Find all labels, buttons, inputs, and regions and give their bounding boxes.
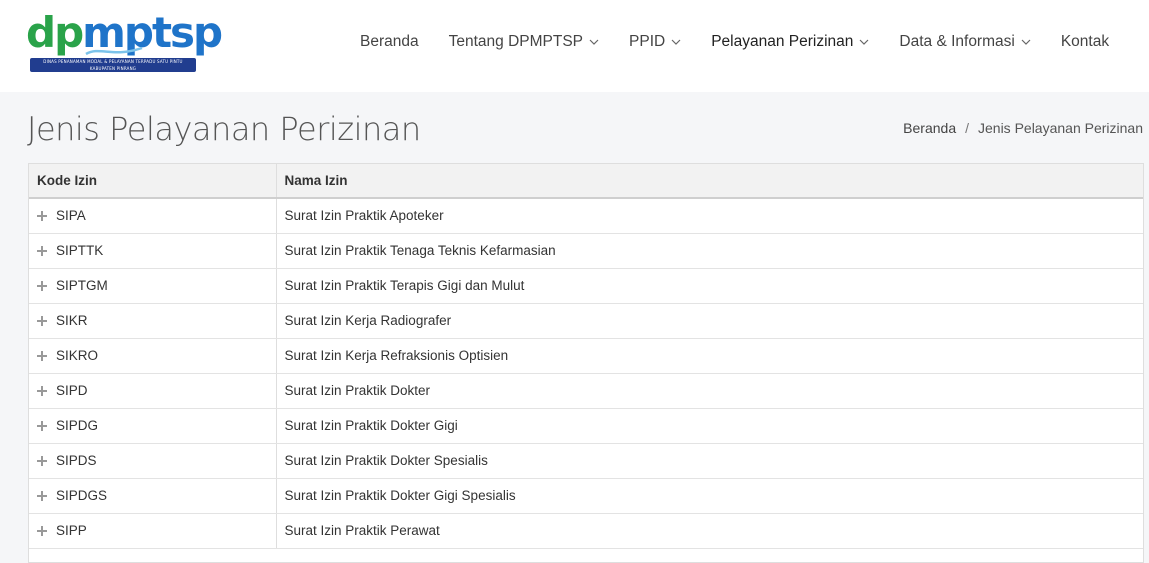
expand-plus-icon[interactable]	[37, 386, 47, 396]
expand-plus-icon[interactable]	[37, 421, 47, 431]
permit-code: SIPDS	[56, 453, 97, 468]
chevron-down-icon	[671, 39, 681, 45]
permit-code-cell: SIKRO	[29, 338, 277, 374]
expand-plus-icon[interactable]	[37, 246, 47, 256]
permit-table: Kode Izin Nama Izin SIPA Surat Izin Prakt…	[29, 164, 1143, 549]
permit-code-cell: SIPP	[29, 513, 277, 549]
permit-code: SIPTGM	[56, 278, 108, 293]
breadcrumb-separator: /	[965, 120, 969, 136]
permit-name-cell: Surat Izin Praktik Dokter	[276, 373, 1143, 409]
breadcrumb-current: Jenis Pelayanan Perizinan	[978, 120, 1143, 136]
permit-code-cell: SIPDG	[29, 408, 277, 444]
permit-code: SIPDGS	[56, 488, 108, 503]
permit-code-cell: SIPD	[29, 373, 277, 409]
table-row[interactable]: SIPA Surat Izin Praktik Apoteker	[29, 198, 1143, 234]
expand-plus-icon[interactable]	[37, 316, 47, 326]
permit-code: SIKRO	[56, 348, 99, 363]
table-header-row: Kode Izin Nama Izin	[29, 164, 1143, 199]
expand-plus-icon[interactable]	[37, 351, 47, 361]
permit-name-cell: Surat Izin Praktik Terapis Gigi dan Mulu…	[276, 268, 1143, 304]
breadcrumb-home-link[interactable]: Beranda	[903, 120, 956, 136]
nav-item-label: PPID	[629, 33, 666, 50]
table-row[interactable]: SIPTGM Surat Izin Praktik Terapis Gigi da…	[29, 268, 1143, 304]
expand-plus-icon[interactable]	[37, 526, 47, 536]
column-header-name[interactable]: Nama Izin	[276, 164, 1143, 199]
nav-item-pelayanan-perizinan[interactable]: Pelayanan Perizinan	[711, 30, 869, 54]
permit-code-cell: SIPDGS	[29, 478, 277, 514]
permit-name-cell: Surat Izin Praktik Dokter Gigi	[276, 408, 1143, 444]
nav-item-beranda[interactable]: Beranda	[360, 30, 419, 54]
expand-plus-icon[interactable]	[37, 211, 47, 222]
breadcrumb: Beranda / Jenis Pelayanan Perizinan	[903, 120, 1143, 136]
chevron-down-icon	[1021, 39, 1031, 45]
expand-plus-icon[interactable]	[37, 491, 47, 501]
permit-code-cell: SIPTTK	[29, 233, 277, 269]
table-row[interactable]: SIPDGS Surat Izin Praktik Dokter Gigi Spe…	[29, 478, 1143, 514]
permit-code: SIPA	[56, 208, 86, 224]
permit-code: SIPTTK	[56, 243, 104, 258]
table-row[interactable]: SIPD Surat Izin Praktik Dokter	[29, 373, 1143, 409]
chevron-down-icon	[859, 39, 869, 45]
table-row[interactable]: SIPTTK Surat Izin Praktik Tenaga Teknis K…	[29, 233, 1143, 269]
table-row[interactable]: SIPDG Surat Izin Praktik Dokter Gigi	[29, 408, 1143, 444]
permit-code-cell: SIPTGM	[29, 268, 277, 304]
expand-plus-icon[interactable]	[37, 456, 47, 466]
permit-name-cell: Surat Izin Praktik Apoteker	[276, 198, 1143, 234]
table-row[interactable]: SIKRO Surat Izin Kerja Refraksionis Optis…	[29, 338, 1143, 374]
table-row[interactable]: SIKR Surat Izin Kerja Radiografer	[29, 303, 1143, 339]
permit-code-cell: SIPDS	[29, 443, 277, 479]
nav-item-label: Pelayanan Perizinan	[711, 33, 854, 50]
nav-item-label: Tentang DPMPTSP	[448, 33, 584, 50]
permit-code: SIKR	[56, 313, 88, 328]
nav-item-ppid[interactable]: PPID	[629, 30, 681, 54]
permit-table-container: Kode Izin Nama Izin SIPA Surat Izin Prakt…	[28, 163, 1144, 563]
column-header-code[interactable]: Kode Izin	[29, 164, 277, 199]
main-nav: Beranda Tentang DPMPTSP PPID Pelayanan Peri…	[360, 30, 1139, 54]
chevron-down-icon	[589, 39, 599, 45]
permit-code-cell: SIPA	[29, 198, 277, 234]
nav-item-tentang-dpmptsp[interactable]: Tentang DPMPTSP	[449, 30, 599, 54]
permit-name-cell: Surat Izin Kerja Refraksionis Optisien	[276, 338, 1143, 374]
nav-item-label: Kontak	[1060, 33, 1110, 50]
permit-code: SIPP	[56, 523, 87, 538]
permit-name-cell: Surat Izin Praktik Perawat	[276, 513, 1143, 549]
permit-name-cell: Surat Izin Kerja Radiografer	[276, 303, 1143, 339]
permit-name-cell: Surat Izin Praktik Tenaga Teknis Kefarma…	[276, 233, 1143, 269]
nav-item-kontak[interactable]: Kontak	[1061, 30, 1109, 54]
nav-item-label: Beranda	[360, 33, 419, 50]
permit-code: SIPDG	[56, 418, 99, 433]
permit-code-cell: SIKR	[29, 303, 277, 339]
nav-item-data-informasi[interactable]: Data & Informasi	[899, 30, 1031, 54]
site-logo[interactable]: dpmptsp DINAS PENANAMAN MODAL & PELAYANA…	[26, 10, 223, 74]
table-row[interactable]: SIPDS Surat Izin Praktik Dokter Spesialis	[29, 443, 1143, 479]
table-row[interactable]: SIPP Surat Izin Praktik Perawat	[29, 513, 1143, 549]
nav-item-label: Data & Informasi	[899, 33, 1015, 50]
permit-code: SIPD	[56, 383, 88, 398]
logo-swoosh-icon	[85, 46, 143, 56]
page-title: Jenis Pelayanan Perizinan	[27, 110, 421, 148]
expand-plus-icon[interactable]	[37, 281, 47, 291]
permit-name-cell: Surat Izin Praktik Dokter Gigi Spesialis	[276, 478, 1143, 514]
permit-name-cell: Surat Izin Praktik Dokter Spesialis	[276, 443, 1143, 479]
site-header: dpmptsp DINAS PENANAMAN MODAL & PELAYANA…	[0, 0, 1149, 92]
logo-tagline: DINAS PENANAMAN MODAL & PELAYANAN TERPAD…	[30, 58, 196, 72]
